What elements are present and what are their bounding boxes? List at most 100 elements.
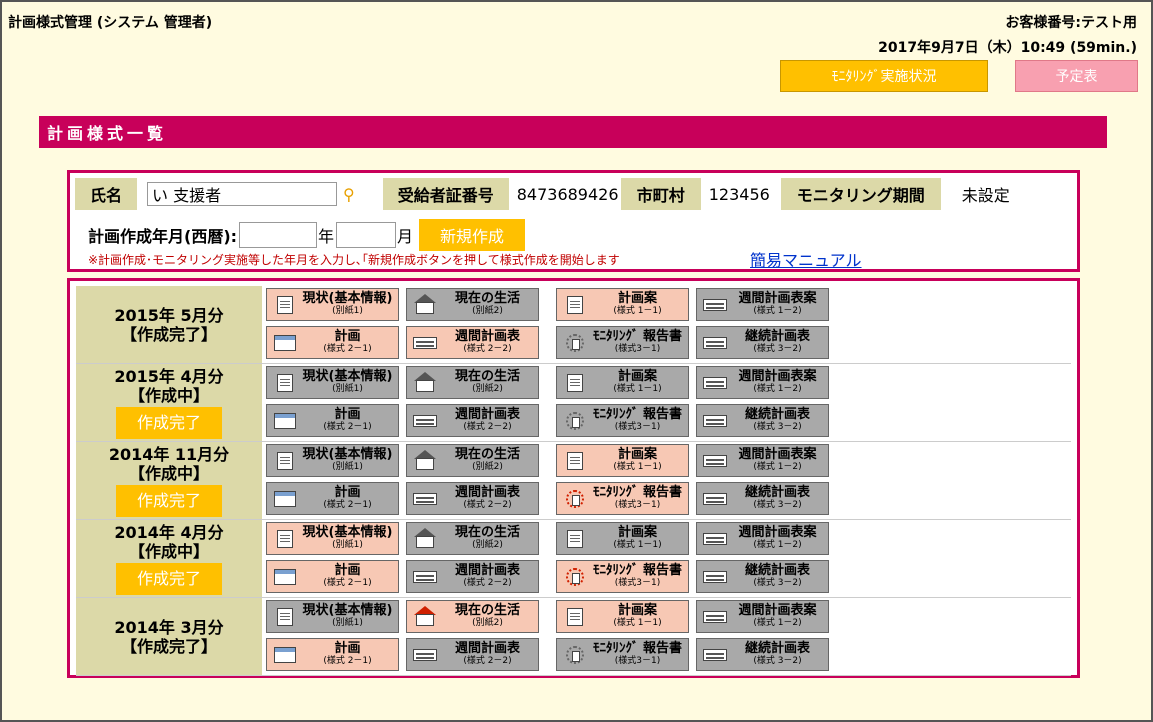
house-icon [411,449,439,472]
house-icon [411,293,439,316]
month-unit: 月 [397,227,414,246]
form-tile-button[interactable]: ﾓﾆﾀﾘﾝｸﾞ 報告書 (様式3－1) [556,326,689,359]
form-tile-button[interactable]: 週間計画表 (様式 2－2) [406,638,539,671]
form-tile-button[interactable]: 現状(基本情報) (別紙1) [266,600,399,633]
form-tile-button[interactable]: 計画 (様式 2－1) [266,326,399,359]
mark-complete-button[interactable]: 作成完了 [116,484,222,517]
plan-status: 【作成中】 [128,541,209,561]
tile-title: 現状(基本情報) [302,446,393,462]
form-tile-button[interactable]: 週間計画表 (様式 2－2) [406,404,539,437]
tile-text: 現在の生活 (別紙2) [439,370,538,396]
new-plan-button[interactable]: 新規作成 [419,219,526,251]
form-tile-button[interactable]: 現在の生活 (別紙2) [406,366,539,399]
tile-text: 現在の生活 (別紙2) [439,604,538,630]
schedule-button[interactable]: 予定表 [1015,60,1138,92]
plan-date-label: 計画作成年月(西暦): [88,227,238,246]
tile-text: ﾓﾆﾀﾘﾝｸﾞ 報告書 (様式3－1) [589,408,688,434]
mark-complete-button[interactable]: 作成完了 [116,406,222,439]
form-tile-button[interactable]: 継続計画表 (様式 3－2) [696,482,829,515]
schedule-bars-icon [411,566,439,588]
month-input[interactable] [336,222,397,248]
form-tile-button[interactable]: 現状(基本情報) (別紙1) [266,522,399,555]
tile-subtitle: (別紙1) [332,383,363,394]
tile-title: 現状(基本情報) [302,368,393,384]
tile-subtitle: (様式3－1) [614,421,661,432]
tile-title: 週間計画表案 [738,524,817,540]
monitoring-status-button[interactable]: ﾓﾆﾀﾘﾝｸﾞ実施状況 [780,60,988,92]
form-tile-button[interactable]: 週間計画表案 (様式 1－2) [696,600,829,633]
form-tile-button[interactable]: 週間計画表 (様式 2－2) [406,326,539,359]
mark-complete-button[interactable]: 作成完了 [116,562,222,595]
form-tile-button[interactable]: 週間計画表案 (様式 1－2) [696,366,829,399]
form-tile-button[interactable]: 継続計画表 (様式 3－2) [696,404,829,437]
form-tile-button[interactable]: 週間計画表 (様式 2－2) [406,482,539,515]
tile-subtitle: (別紙1) [332,305,363,316]
form-tile-button[interactable]: 計画案 (様式 1－1) [556,444,689,477]
form-tile-button[interactable]: 計画 (様式 2－1) [266,560,399,593]
name-label: 氏名 [75,178,137,210]
search-icon[interactable]: ⚲ [343,185,355,204]
plan-period-cell: 2014年 4月分 【作成中】 作成完了 [76,520,262,597]
form-tile-button[interactable]: 現状(基本情報) (別紙1) [266,288,399,321]
form-tile-button[interactable]: 週間計画表案 (様式 1－2) [696,288,829,321]
form-tile-button[interactable]: 週間計画表案 (様式 1－2) [696,444,829,477]
schedule-bars-icon [701,644,729,666]
form-tile-button[interactable]: 週間計画表案 (様式 1－2) [696,522,829,555]
certificate-label: 受給者証番号 [382,178,509,210]
form-tile-button[interactable]: 現在の生活 (別紙2) [406,288,539,321]
plan-row: 2015年 5月分 【作成完了】 現状(基本情報) (別紙1) 現在の生活 (別紙2) 計画… [76,286,1071,364]
tile-title: 計画 [334,406,361,422]
form-tile-button[interactable]: 継続計画表 (様式 3－2) [696,638,829,671]
session-datetime: 2017年9月7日（木）10:49 (59min.) [878,40,1137,56]
tile-subtitle: (様式 1－2) [753,539,802,550]
form-tile-button[interactable]: 現状(基本情報) (別紙1) [266,366,399,399]
form-tile-button[interactable]: 計画案 (様式 1－1) [556,600,689,633]
form-tile-button[interactable]: ﾓﾆﾀﾘﾝｸﾞ 報告書 (様式3－1) [556,638,689,671]
form-tile-button[interactable]: 計画案 (様式 1－1) [556,366,689,399]
tile-title: ﾓﾆﾀﾘﾝｸﾞ 報告書 [592,562,683,578]
tile-text: 現状(基本情報) (別紙1) [299,448,398,474]
tile-subtitle: (様式 2－1) [323,655,372,666]
form-tile-button[interactable]: ﾓﾆﾀﾘﾝｸﾞ 報告書 (様式3－1) [556,482,689,515]
plan-row: 2014年 4月分 【作成中】 作成完了 現状(基本情報) (別紙1) 現在の生活 (別紙2… [76,520,1071,598]
tile-subtitle: (別紙2) [472,539,503,550]
tile-title: 計画案 [617,290,657,306]
form-tile-button[interactable]: ﾓﾆﾀﾘﾝｸﾞ 報告書 (様式3－1) [556,560,689,593]
tile-title: 現在の生活 [454,290,520,306]
document-icon [271,372,299,394]
recipient-info-row: 氏名 い 支援者 ⚲ 受給者証番号 8473689426 市町村 123456 … [75,178,1031,210]
form-tile-button[interactable]: 現在の生活 (別紙2) [406,444,539,477]
manual-link[interactable]: 簡易マニュアル [750,247,862,271]
tile-subtitle: (様式 2－2) [463,577,512,588]
name-field[interactable]: い 支援者 [147,182,337,206]
form-tile-button[interactable]: 現在の生活 (別紙2) [406,522,539,555]
form-tile-button[interactable]: 計画案 (様式 1－1) [556,522,689,555]
form-tile-button[interactable]: 継続計画表 (様式 3－2) [696,326,829,359]
tile-subtitle: (別紙1) [332,617,363,628]
year-unit: 年 [318,227,335,246]
plan-period-cell: 2015年 5月分 【作成完了】 [76,286,262,363]
form-tile-button[interactable]: 計画 (様式 2－1) [266,638,399,671]
form-tile-button[interactable]: 現状(基本情報) (別紙1) [266,444,399,477]
plan-period-cell: 2015年 4月分 【作成中】 作成完了 [76,364,262,441]
form-tile-button[interactable]: 計画案 (様式 1－1) [556,288,689,321]
calendar-icon [271,488,299,510]
tile-text: 現状(基本情報) (別紙1) [299,604,398,630]
form-tile-button[interactable]: 現在の生活 (別紙2) [406,600,539,633]
document-icon [271,606,299,628]
plan-date-row: 計画作成年月(西暦): 年 月 新規作成 [88,219,526,251]
form-tile-button[interactable]: ﾓﾆﾀﾘﾝｸﾞ 報告書 (様式3－1) [556,404,689,437]
tile-subtitle: (別紙2) [472,461,503,472]
tile-text: 現在の生活 (別紙2) [439,292,538,318]
form-tile-button[interactable]: 継続計画表 (様式 3－2) [696,560,829,593]
form-tile-button[interactable]: 計画 (様式 2－1) [266,482,399,515]
tile-text: ﾓﾆﾀﾘﾝｸﾞ 報告書 (様式3－1) [589,486,688,512]
tile-title: 現状(基本情報) [302,290,393,306]
tile-subtitle: (様式 3－2) [753,343,802,354]
form-tile-button[interactable]: 週間計画表 (様式 2－2) [406,560,539,593]
year-input[interactable] [239,222,318,248]
tile-subtitle: (様式 3－2) [753,421,802,432]
gear-icon [561,410,589,432]
tile-title: 週間計画表 [454,328,520,344]
form-tile-button[interactable]: 計画 (様式 2－1) [266,404,399,437]
